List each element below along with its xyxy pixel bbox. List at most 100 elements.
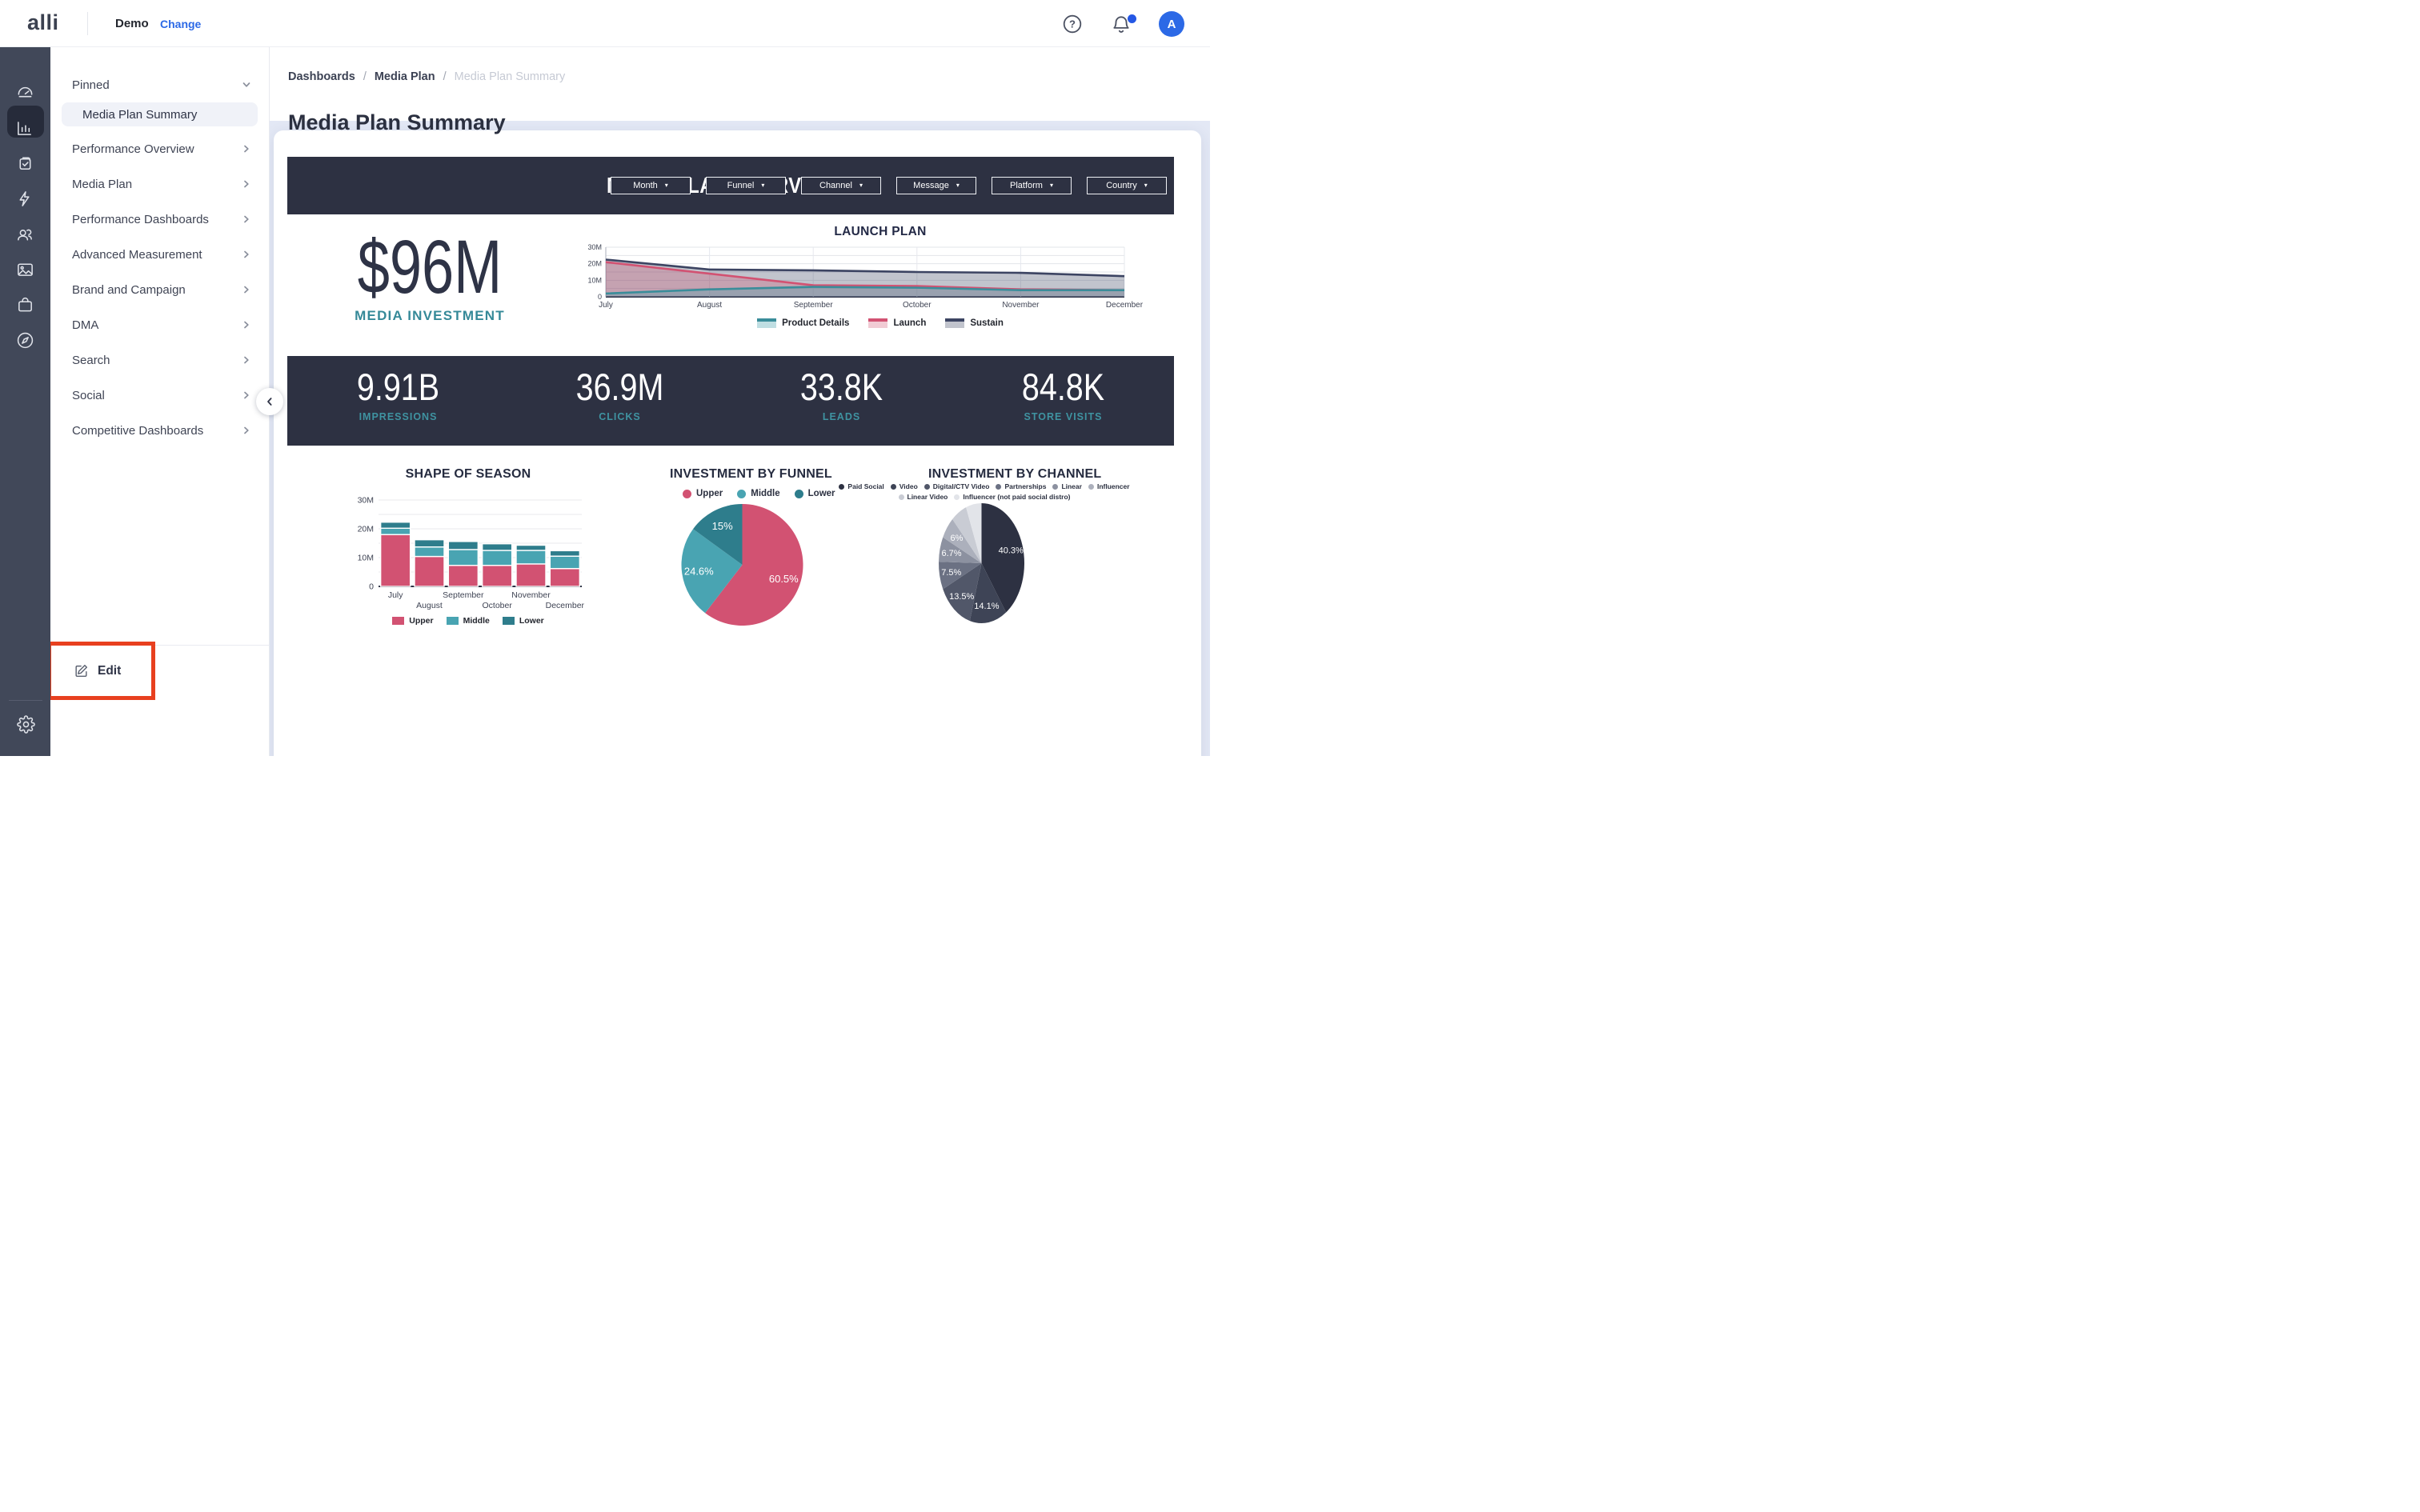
chevron-down-icon — [242, 80, 251, 90]
chevron-right-icon — [242, 179, 251, 189]
sidebar-item-performance-overview[interactable]: Performance Overview — [50, 131, 269, 166]
caret-down-icon: ▾ — [1050, 182, 1053, 189]
filter-country-dropdown[interactable]: Country▾ — [1087, 177, 1167, 194]
compass-icon[interactable] — [0, 323, 50, 355]
svg-text:December: December — [546, 601, 585, 610]
launch-plan-legend: Product DetailsLaunchSustain — [584, 318, 1176, 328]
legend-item-lower: Lower — [503, 616, 544, 626]
users-icon[interactable] — [0, 218, 50, 250]
shopping-bag-icon[interactable] — [0, 288, 50, 320]
legend-item-launch: Launch — [868, 318, 926, 328]
image-icon[interactable] — [0, 253, 50, 285]
shape-of-season-legend: UpperMiddleLower — [344, 616, 592, 626]
chevron-right-icon — [242, 355, 251, 365]
chevron-right-icon — [242, 285, 251, 294]
filter-bar: Month▾ Funnel▾ Channel▾ Message▾ Platform▾ Co… — [611, 177, 1167, 194]
stat-leads: 33.8KLEADS — [731, 356, 952, 446]
sidebar-collapse-button[interactable] — [256, 388, 283, 415]
app-window: alli Demo Change ? A — [0, 0, 1210, 756]
filter-channel-dropdown[interactable]: Channel▾ — [801, 177, 881, 194]
pinned-label: Pinned — [72, 78, 110, 92]
clipboard-check-icon[interactable] — [0, 147, 50, 179]
sidebar-item-search[interactable]: Search — [50, 342, 269, 378]
sidebar-group-pinned[interactable]: Pinned — [50, 70, 269, 99]
sidebar-item-media-plan-summary[interactable]: Media Plan Summary — [62, 102, 258, 126]
rail-divider — [9, 700, 42, 701]
edit-pencil-icon — [74, 663, 89, 678]
sidebar-item-competitive-dashboards[interactable]: Competitive Dashboards — [50, 413, 269, 448]
bar-chart-icon[interactable] — [0, 112, 50, 144]
project-name: Demo — [115, 17, 149, 30]
stats-bar: 9.91BIMPRESSIONS36.9MCLICKS33.8KLEADS84.… — [287, 356, 1174, 446]
svg-text:October: October — [903, 301, 932, 310]
svg-text:20M: 20M — [358, 525, 374, 534]
sidebar-item-social[interactable]: Social — [50, 378, 269, 413]
legend-item-middle: Middle — [447, 616, 490, 626]
investment-by-funnel-pie: 60.5%24.6%15% — [676, 499, 809, 630]
legend-item-lower: Lower — [795, 489, 835, 498]
legend-item-partnerships: Partnerships — [996, 482, 1046, 490]
breadcrumb-separator: / — [363, 70, 367, 83]
chevron-right-icon — [242, 390, 251, 400]
shape-of-season-title: SHAPE OF SEASON — [344, 467, 592, 482]
sidebar-item-advanced-measurement[interactable]: Advanced Measurement — [50, 237, 269, 272]
sidebar-item-media-plan[interactable]: Media Plan — [50, 166, 269, 202]
breadcrumb-media-plan[interactable]: Media Plan — [375, 70, 435, 83]
alli-logo: alli — [27, 10, 59, 35]
user-avatar[interactable]: A — [1159, 11, 1184, 37]
svg-text:0: 0 — [598, 293, 602, 301]
edit-annotation-highlight: Edit — [47, 642, 155, 700]
filter-month-dropdown[interactable]: Month▾ — [611, 177, 691, 194]
lightning-icon[interactable] — [0, 182, 50, 214]
filter-message-dropdown[interactable]: Message▾ — [896, 177, 976, 194]
investment-by-channel-title: INVESTMENT BY CHANNEL — [928, 467, 1101, 482]
svg-text:August: August — [416, 601, 443, 610]
sidebar-item-dma[interactable]: DMA — [50, 307, 269, 342]
svg-text:November: November — [511, 590, 551, 600]
logo-divider — [87, 12, 88, 35]
caret-down-icon: ▾ — [665, 182, 668, 189]
caret-down-icon: ▾ — [1144, 182, 1148, 189]
change-project-link[interactable]: Change — [160, 18, 201, 30]
launch-plan-chart: 010M20M30MJulyAugustSeptemberOctoberNove… — [584, 237, 1176, 317]
chevron-right-icon — [242, 320, 251, 330]
svg-text:7.5%: 7.5% — [941, 568, 961, 578]
breadcrumb-current: Media Plan Summary — [455, 70, 566, 83]
edit-button[interactable]: Edit — [51, 646, 151, 696]
svg-text:60.5%: 60.5% — [769, 573, 799, 585]
breadcrumb-dashboards[interactable]: Dashboards — [288, 70, 355, 83]
dashboard-icon[interactable] — [0, 74, 50, 106]
legend-item-influencer: Influencer — [1088, 482, 1130, 490]
filter-funnel-dropdown[interactable]: Funnel▾ — [706, 177, 786, 194]
filter-platform-dropdown[interactable]: Platform▾ — [992, 177, 1072, 194]
svg-text:14.1%: 14.1% — [974, 602, 999, 611]
svg-text:October: October — [482, 601, 512, 610]
top-bar: alli Demo Change ? A — [0, 0, 1210, 47]
svg-text:6.7%: 6.7% — [941, 549, 961, 558]
caret-down-icon: ▾ — [956, 182, 960, 189]
help-icon[interactable]: ? — [1062, 14, 1083, 34]
svg-text:December: December — [1106, 301, 1144, 310]
icon-rail — [0, 47, 50, 756]
chevron-right-icon — [242, 426, 251, 435]
settings-gear-icon[interactable] — [14, 712, 38, 736]
chevron-right-icon — [242, 144, 251, 154]
breadcrumb-separator: / — [443, 70, 447, 83]
svg-text:20M: 20M — [587, 260, 602, 268]
svg-text:30M: 30M — [358, 496, 374, 506]
svg-text:September: September — [443, 590, 484, 600]
svg-text:?: ? — [1069, 18, 1076, 30]
notification-badge — [1128, 14, 1136, 23]
caret-down-icon: ▾ — [859, 182, 863, 189]
legend-item-paid-social: Paid Social — [839, 482, 883, 490]
svg-text:13.5%: 13.5% — [949, 592, 974, 602]
svg-text:September: September — [794, 301, 834, 310]
investment-by-funnel-title: INVESTMENT BY FUNNEL — [670, 467, 832, 482]
svg-text:10M: 10M — [587, 276, 602, 284]
edit-button-label: Edit — [98, 664, 121, 678]
svg-text:July: July — [388, 590, 403, 600]
sidebar-item-brand-and-campaign[interactable]: Brand and Campaign — [50, 272, 269, 307]
shape-of-season-chart: July AugustSeptemberOctoberNovemberDecemb… — [344, 483, 592, 613]
sidebar-item-performance-dashboards[interactable]: Performance Dashboards — [50, 202, 269, 237]
svg-text:0: 0 — [369, 582, 374, 592]
